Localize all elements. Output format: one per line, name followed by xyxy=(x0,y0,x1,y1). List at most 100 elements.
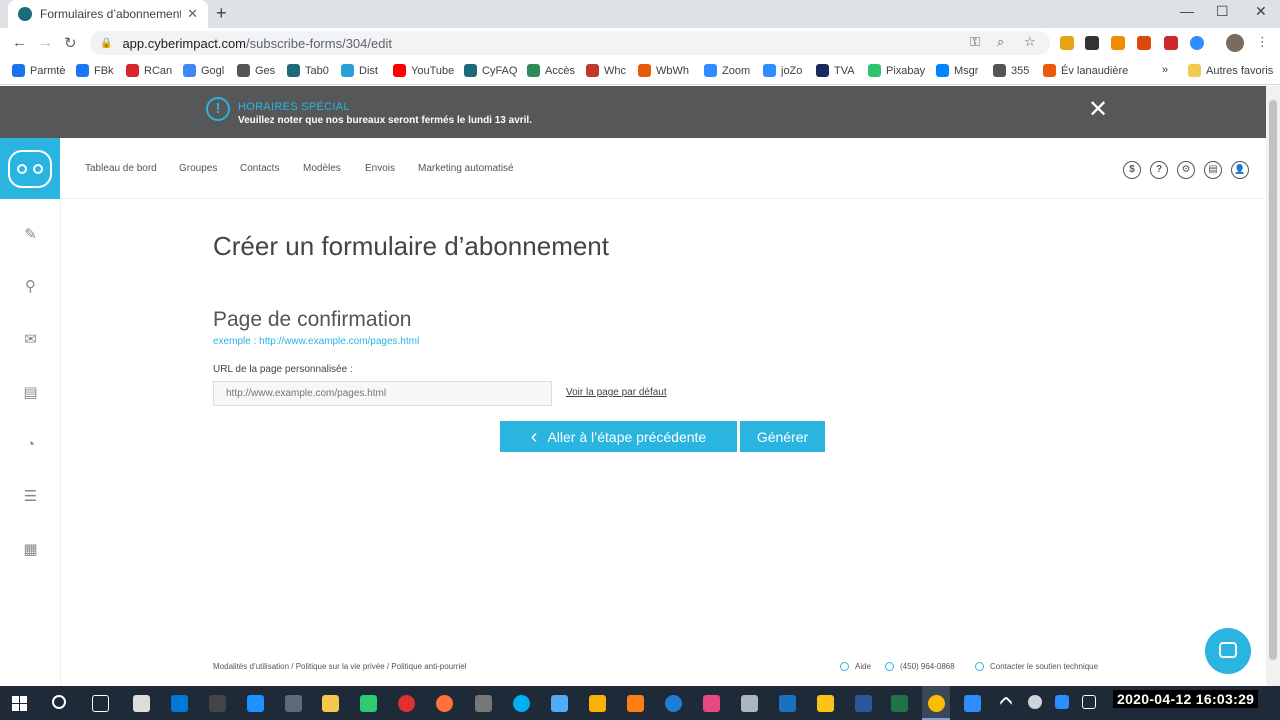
back-icon[interactable]: ← xyxy=(12,34,27,51)
previous-step-button[interactable]: ‹ Aller à l’étape précédente xyxy=(500,421,737,452)
reports-pie-icon[interactable]: ◔ xyxy=(22,436,39,453)
zoom-extension-icon[interactable] xyxy=(1190,36,1204,50)
bookmark-item[interactable]: Parmtė xyxy=(12,64,65,77)
bookmark-item[interactable]: Accès xyxy=(527,64,575,77)
bookmark-item[interactable]: Dist xyxy=(341,64,378,77)
calendar-icon[interactable]: ▦ xyxy=(22,541,39,558)
files-icon[interactable]: ▤ xyxy=(1204,161,1222,179)
extension-icon[interactable] xyxy=(1111,36,1125,50)
account-icon[interactable]: 👤 xyxy=(1231,161,1249,179)
bookmark-item[interactable]: Év lanaudière xyxy=(1043,64,1128,77)
bookmark-item[interactable]: TVA xyxy=(816,64,855,77)
filezilla-icon[interactable] xyxy=(627,695,644,712)
bookmark-item[interactable]: FBk xyxy=(76,64,114,77)
template-icon[interactable]: ▤ xyxy=(22,384,39,401)
chrome-icon[interactable] xyxy=(928,695,945,712)
solitaire-icon[interactable] xyxy=(209,695,226,712)
bookmark-item[interactable]: joZo xyxy=(763,64,802,77)
generate-button[interactable]: Générer xyxy=(740,421,825,452)
extension-icon[interactable] xyxy=(1137,36,1151,50)
mail-icon[interactable]: ✉ xyxy=(22,331,39,348)
tray-icon[interactable] xyxy=(1028,695,1042,709)
nav-templates[interactable]: Modèles xyxy=(303,163,341,174)
skype-icon[interactable] xyxy=(513,695,530,712)
help-link[interactable]: Aide xyxy=(855,662,871,671)
browser-tab[interactable]: Formulaires d’abonnement - Cyb ✕ xyxy=(8,0,208,28)
chat-launcher-button[interactable] xyxy=(1205,628,1251,674)
settings-app-icon[interactable] xyxy=(285,695,302,712)
profile-avatar[interactable] xyxy=(1226,34,1244,52)
ie-icon[interactable] xyxy=(247,695,264,712)
paint-icon[interactable] xyxy=(360,695,377,712)
key-icon[interactable]: ⚿ xyxy=(970,34,980,50)
bookmark-item[interactable]: Ges xyxy=(237,64,275,77)
support-link[interactable]: Contacter le soutien technique xyxy=(990,662,1098,671)
tray-zoom-icon[interactable] xyxy=(1055,695,1069,709)
more-bookmarks-icon[interactable]: » xyxy=(1162,64,1168,76)
vlc-icon[interactable] xyxy=(817,695,834,712)
word-icon[interactable] xyxy=(855,695,872,712)
tray-expand-icon[interactable] xyxy=(998,695,1014,711)
bookmark-item[interactable]: Whc xyxy=(586,64,626,77)
billing-icon[interactable]: $ xyxy=(1123,161,1141,179)
bookmark-item[interactable]: CyFAQ xyxy=(464,64,517,77)
scrollbar-thumb[interactable] xyxy=(1269,100,1277,660)
nav-contacts[interactable]: Contacts xyxy=(240,163,279,174)
app-logo[interactable] xyxy=(0,138,60,199)
page-scrollbar[interactable] xyxy=(1266,86,1280,686)
bookmark-item[interactable]: Pixabay xyxy=(868,64,925,77)
app-icon[interactable] xyxy=(703,695,720,712)
bookmark-item[interactable]: Zoom xyxy=(704,64,750,77)
bookmark-item[interactable]: RCan xyxy=(126,64,172,77)
firefox-icon[interactable] xyxy=(436,695,453,712)
app-icon[interactable] xyxy=(475,695,492,712)
pencil-icon[interactable]: ✎ xyxy=(22,226,39,243)
task-view-icon[interactable] xyxy=(92,695,109,712)
app-icon[interactable] xyxy=(741,695,758,712)
bookmark-item[interactable]: 355 xyxy=(993,64,1029,77)
windows-start-icon[interactable] xyxy=(12,696,27,711)
extension-icon[interactable] xyxy=(1085,36,1099,50)
footer-support[interactable]: Contacter le soutien technique xyxy=(975,662,1098,671)
camera-app-icon[interactable] xyxy=(133,695,150,712)
file-explorer-icon[interactable] xyxy=(322,695,339,712)
bookmark-item[interactable]: WbWh xyxy=(638,64,689,77)
footer-legal-links[interactable]: Modalités d’utilisation / Politique sur … xyxy=(213,662,466,671)
teamviewer-icon[interactable] xyxy=(665,695,682,712)
maximize-icon[interactable]: ☐ xyxy=(1216,3,1229,20)
custom-url-input[interactable] xyxy=(213,381,552,406)
nav-automation[interactable]: Marketing automatisé xyxy=(418,163,514,174)
app-icon[interactable] xyxy=(551,695,568,712)
edge-icon[interactable] xyxy=(171,695,188,712)
extension-icon[interactable] xyxy=(1060,36,1074,50)
minimize-icon[interactable]: — xyxy=(1180,3,1194,19)
help-icon[interactable]: ? xyxy=(1150,161,1168,179)
bookmark-item[interactable]: Msgr xyxy=(936,64,978,77)
nav-mailings[interactable]: Envois xyxy=(365,163,395,174)
tray-network-icon[interactable] xyxy=(1082,695,1096,709)
bookmark-star-icon[interactable]: ☆ xyxy=(1024,34,1036,50)
outlook-icon[interactable] xyxy=(779,695,796,712)
forward-icon[interactable]: → xyxy=(38,34,53,51)
excel-icon[interactable] xyxy=(891,695,908,712)
address-bar[interactable]: 🔒 app.cyberimpact.com/subscribe-forms/30… xyxy=(90,31,1050,55)
menu-icon[interactable]: ⋮ xyxy=(1256,34,1269,50)
settings-icon[interactable]: ⚙ xyxy=(1177,161,1195,179)
zoom-app-icon[interactable] xyxy=(964,695,981,712)
view-default-page-link[interactable]: Voir la page par défaut xyxy=(566,387,667,398)
new-tab-icon[interactable]: + xyxy=(216,3,227,24)
close-window-icon[interactable]: ✕ xyxy=(1255,3,1267,20)
reload-icon[interactable]: ↻ xyxy=(64,34,77,52)
nav-groups[interactable]: Groupes xyxy=(179,163,217,174)
search-icon[interactable] xyxy=(52,695,66,709)
close-banner-icon[interactable]: ✕ xyxy=(1088,98,1108,122)
footer-help[interactable]: Aide xyxy=(840,662,871,671)
bookmark-item[interactable]: YouTube xyxy=(393,64,454,77)
bookmark-item[interactable]: Tab0 xyxy=(287,64,329,77)
nav-dashboard[interactable]: Tableau de bord xyxy=(85,163,157,174)
opera-icon[interactable] xyxy=(398,695,415,712)
app-icon[interactable] xyxy=(589,695,606,712)
bookmark-item[interactable]: Gogl xyxy=(183,64,224,77)
close-tab-icon[interactable]: ✕ xyxy=(187,6,198,22)
zoom-icon[interactable]: ⌕ xyxy=(997,34,1004,50)
